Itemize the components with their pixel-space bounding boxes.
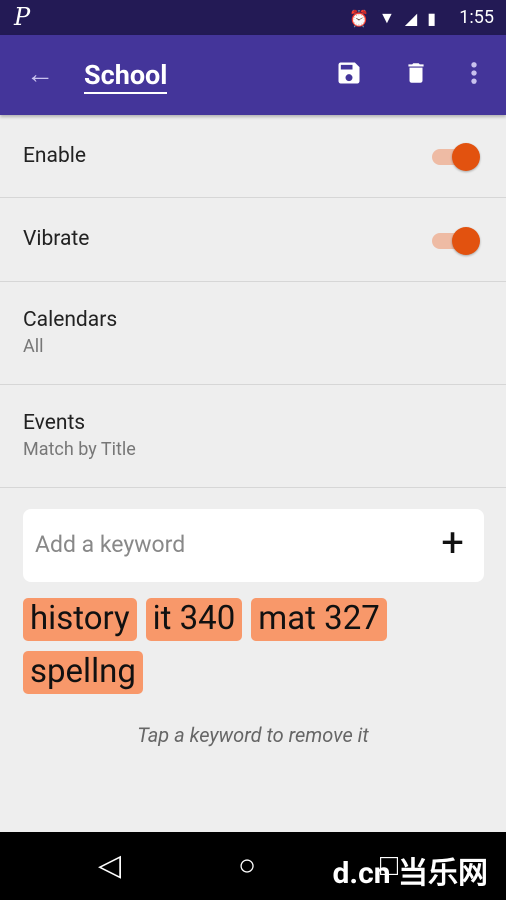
setting-vibrate[interactable]: Vibrate bbox=[0, 198, 506, 282]
battery-icon: ▮ bbox=[427, 8, 436, 28]
keyword-list: history it 340 mat 327 spellng bbox=[23, 598, 493, 694]
app-bar: ← School bbox=[0, 35, 506, 115]
navigation-bar: ◁ ○ d.cn 当乐网 □ bbox=[0, 832, 506, 900]
keyword-chip[interactable]: spellng bbox=[23, 651, 143, 694]
enable-toggle[interactable] bbox=[430, 142, 480, 171]
alarm-icon: ⏰ bbox=[349, 8, 370, 28]
keyword-chip[interactable]: mat 327 bbox=[251, 598, 387, 641]
setting-enable[interactable]: Enable bbox=[0, 115, 506, 198]
profile-title-field[interactable]: School bbox=[84, 59, 168, 94]
setting-value: All bbox=[23, 336, 44, 357]
more-vert-icon[interactable] bbox=[464, 59, 484, 93]
setting-calendars[interactable]: Calendars All bbox=[0, 282, 506, 385]
clock: 1:55 bbox=[459, 7, 494, 28]
signal-icon: ◢ bbox=[404, 8, 418, 28]
keyword-chip[interactable]: it 340 bbox=[145, 598, 243, 641]
nav-recents-icon[interactable]: □ bbox=[380, 848, 398, 883]
keyword-chip[interactable]: history bbox=[23, 598, 137, 641]
nav-back-icon[interactable]: ◁ bbox=[98, 848, 121, 883]
app-notification-icon: P bbox=[14, 3, 31, 31]
add-icon[interactable]: + bbox=[441, 521, 464, 565]
status-bar: P ⏰ ▼ ◢ ▮ 1:55 bbox=[0, 0, 506, 35]
watermark: d.cn 当乐网 bbox=[332, 856, 489, 891]
setting-events[interactable]: Events Match by Title bbox=[0, 385, 506, 488]
save-icon[interactable] bbox=[335, 59, 363, 93]
back-arrow-icon[interactable]: ← bbox=[26, 57, 54, 90]
hint-text: Tap a keyword to remove it bbox=[137, 723, 369, 747]
delete-icon[interactable] bbox=[403, 59, 429, 93]
vibrate-toggle[interactable] bbox=[430, 226, 480, 255]
setting-label: Calendars bbox=[23, 308, 118, 332]
setting-value: Match by Title bbox=[23, 439, 136, 460]
wifi-icon: ▼ bbox=[379, 8, 395, 27]
setting-label: Events bbox=[23, 411, 86, 435]
keyword-input[interactable] bbox=[35, 531, 415, 558]
nav-home-icon[interactable]: ○ bbox=[238, 848, 256, 883]
keyword-box: + bbox=[23, 509, 484, 582]
